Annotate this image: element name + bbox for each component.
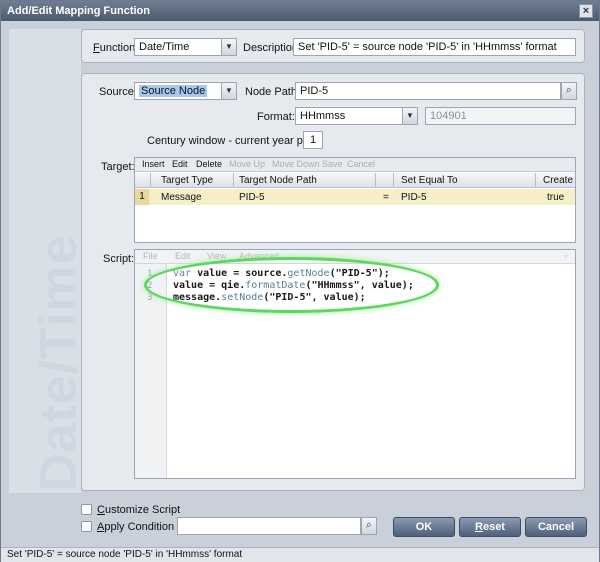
chevron-down-icon: ▼ [225,86,233,95]
row-set-equal-to: PID-5 [401,192,427,203]
reset-button[interactable]: Reset [459,517,521,537]
chevron-down-icon: ▼ [406,111,414,120]
customize-script-label: Customize Script [97,504,181,516]
script-toolbar: File Edit View Advanced ▫ [135,250,575,264]
century-window-label: Century window - current year plus: [147,135,321,147]
move-down-button[interactable]: Move Down [272,159,320,169]
window-title: Add/Edit Mapping Function [7,5,150,17]
column-separator [150,173,151,188]
search-icon: ⌕ [565,84,573,96]
code-line-3[interactable]: message.setNode("PID-5", value); [173,292,366,303]
column-create[interactable]: Create [543,175,573,186]
script-file-menu[interactable]: File [143,251,158,261]
chevron-down-icon: ▼ [225,42,233,51]
table-row[interactable]: 1 Message PID-5 = PID-5 true [135,189,575,205]
function-select[interactable]: Date/Time [134,38,222,56]
column-target-type[interactable]: Target Type [161,175,213,186]
apply-condition-label: Apply Condition [97,521,175,533]
cancel-edit-button[interactable]: Cancel [347,159,375,169]
ok-button[interactable]: OK [393,517,455,537]
source-select-value: Source Node [139,85,208,97]
target-grid-header: Target Type Target Node Path Set Equal T… [135,173,575,188]
condition-input[interactable] [177,517,361,535]
row-operator: = [383,192,389,203]
row-number: 1 [135,189,149,205]
delete-button[interactable]: Delete [196,159,222,169]
cancel-button[interactable]: Cancel [525,517,587,537]
column-separator [233,173,234,188]
node-path-label: Node Path: [245,86,301,98]
code-line-2[interactable]: value = qie.formatDate("HHmmss", value); [173,280,414,291]
century-window-input[interactable]: 1 [303,131,323,149]
row-create: true [547,192,565,203]
move-up-button[interactable]: Move Up [229,159,265,169]
target-grid: Insert Edit Delete Move Up Move Down Sav… [134,157,576,243]
column-separator [375,173,376,188]
row-target-type: Message [161,192,202,203]
row-target-node-path: PID-5 [239,192,265,203]
format-preview: 104901 [425,107,576,125]
line-number: 2 [147,281,153,291]
source-dropdown-button[interactable]: ▼ [221,82,237,100]
insert-button[interactable]: Insert [142,159,165,169]
script-editor[interactable]: File Edit View Advanced ▫ 1 2 3 var valu… [134,249,576,479]
line-number-gutter: 1 2 3 [135,264,167,478]
column-target-node-path[interactable]: Target Node Path [239,175,317,186]
maximize-icon[interactable]: ▫ [564,251,567,261]
source-label: Source: [99,86,137,98]
search-icon: ⌕ [365,519,373,531]
column-set-equal-to[interactable]: Set Equal To [401,175,458,186]
target-label: Target: [101,161,135,173]
apply-condition-checkbox[interactable] [81,521,92,532]
description-input[interactable]: Set 'PID-5' = source node 'PID-5' in 'HH… [293,38,576,56]
close-button[interactable]: × [579,4,593,18]
line-number: 1 [147,269,153,279]
script-advanced-menu[interactable]: Advanced [239,251,279,261]
script-edit-menu[interactable]: Edit [175,251,191,261]
edit-button[interactable]: Edit [172,159,188,169]
target-grid-toolbar: Insert Edit Delete Move Up Move Down Sav… [135,158,575,172]
function-watermark: Date/Time [30,234,88,491]
mapping-function-dialog: Add/Edit Mapping Function × Date/Time Fu… [0,0,600,562]
format-label: Format: [257,111,295,123]
condition-search-button[interactable]: ⌕ [361,517,377,535]
node-path-input[interactable]: PID-5 [295,82,561,100]
source-select[interactable]: Source Node [134,82,222,100]
function-dropdown-button[interactable]: ▼ [221,38,237,56]
script-label: Script: [103,253,135,265]
node-path-search-button[interactable]: ⌕ [561,82,577,100]
save-button[interactable]: Save [322,159,343,169]
function-label: Function: [93,42,139,54]
code-line-1[interactable]: var value = source.getNode("PID-5"); [173,268,390,279]
column-separator [535,173,536,188]
line-number: 3 [147,293,153,303]
format-select[interactable]: HHmmss [295,107,403,125]
column-separator [393,173,394,188]
title-bar: Add/Edit Mapping Function × [1,1,599,21]
status-bar: Set 'PID-5' = source node 'PID-5' in 'HH… [1,547,599,562]
script-view-menu[interactable]: View [207,251,226,261]
customize-script-checkbox[interactable] [81,504,92,515]
format-dropdown-button[interactable]: ▼ [402,107,418,125]
